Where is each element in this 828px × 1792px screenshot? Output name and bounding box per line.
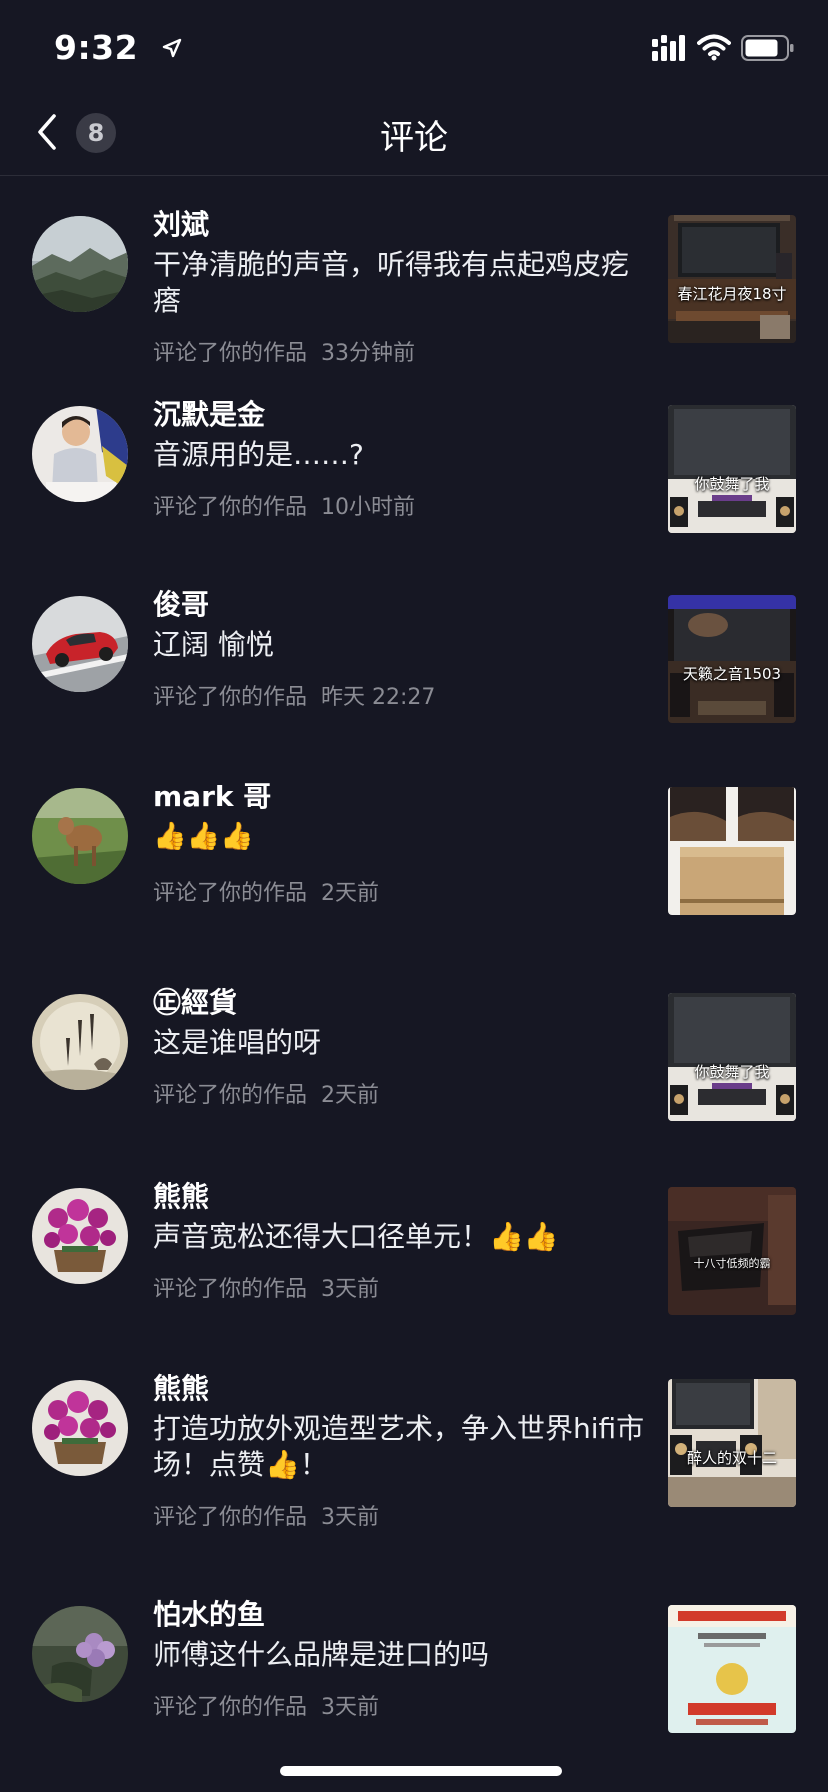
user-name[interactable]: mark 哥: [153, 777, 653, 817]
comment-meta: 评论了你的作品 3天前: [153, 1693, 653, 1723]
comment-action: 评论了你的作品: [153, 495, 308, 520]
user-name[interactable]: 怕水的鱼: [153, 1595, 653, 1635]
comment-body: 刘斌 干净清脆的声音，听得我有点起鸡皮疙瘩 评论了你的作品 33分钟前: [153, 205, 653, 369]
comment-time: 2天前: [321, 881, 380, 906]
thumbnail-caption: 天籁之音1503: [682, 665, 782, 683]
comment-text: 辽阔 愉悦: [153, 628, 274, 661]
comment-item[interactable]: mark 哥 👍👍👍 评论了你的作品 2天前: [0, 749, 828, 955]
comment-time: 33分钟前: [321, 341, 416, 366]
thumbnail-caption: 你鼓舞了我: [694, 1063, 770, 1081]
page-title: 评论: [380, 118, 448, 158]
status-bar: 9:32: [0, 0, 828, 96]
comment-action: 评论了你的作品: [153, 1277, 308, 1302]
user-name[interactable]: 俊哥: [153, 585, 653, 625]
video-thumbnail[interactable]: 十八寸低频的霸: [668, 1187, 796, 1315]
navigation-bar: 8 评论: [0, 96, 828, 176]
flower-avatar[interactable]: [32, 1606, 128, 1702]
comment-item[interactable]: ㊣經貨 这是谁唱的呀 评论了你的作品 2天前 你鼓舞了我: [0, 955, 828, 1149]
comment-item[interactable]: 俊哥 辽阔 愉悦 评论了你的作品 昨天 22:27 天籁之音1503: [0, 557, 828, 749]
comment-body: ㊣經貨 这是谁唱的呀 评论了你的作品 2天前: [153, 983, 653, 1111]
comment-body: mark 哥 👍👍👍 评论了你的作品 2天前: [153, 777, 653, 909]
comment-action: 评论了你的作品: [153, 1505, 308, 1530]
comment-action: 评论了你的作品: [153, 1083, 308, 1108]
deer-avatar[interactable]: [32, 788, 128, 884]
video-thumbnail[interactable]: 你鼓舞了我: [668, 405, 796, 533]
comment-item[interactable]: 怕水的鱼 师傅这什么品牌是进口的吗 评论了你的作品 3天前: [0, 1567, 828, 1777]
comment-meta: 评论了你的作品 2天前: [153, 1081, 653, 1111]
comment-text: 干净清脆的声音，听得我有点起鸡皮疙瘩: [153, 248, 630, 317]
thumbnail-caption: 十八寸低频的霸: [693, 1257, 771, 1270]
comment-text: 👍👍👍: [153, 821, 254, 852]
comment-time: 3天前: [321, 1505, 380, 1530]
location-arrow-icon: [162, 38, 182, 58]
thumbnail-caption: 醉人的双十二: [686, 1449, 777, 1467]
comment-body: 俊哥 辽阔 愉悦 评论了你的作品 昨天 22:27: [153, 585, 653, 713]
comment-body: 熊熊 声音宽松还得大口径单元！👍👍 评论了你的作品 3天前: [153, 1177, 653, 1305]
comment-meta: 评论了你的作品 昨天 22:27: [153, 683, 653, 713]
comment-meta: 评论了你的作品 33分钟前: [153, 339, 653, 369]
video-thumbnail[interactable]: 天籁之音1503: [668, 595, 796, 723]
child-avatar[interactable]: [32, 406, 128, 502]
comment-body: 怕水的鱼 师傅这什么品牌是进口的吗 评论了你的作品 3天前: [153, 1595, 653, 1723]
comment-item[interactable]: 熊熊 声音宽松还得大口径单元！👍👍 评论了你的作品 3天前 十八寸低频的霸: [0, 1149, 828, 1341]
user-name[interactable]: 熊熊: [153, 1369, 653, 1409]
comment-time: 10小时前: [321, 495, 416, 520]
comment-action: 评论了你的作品: [153, 881, 308, 906]
status-time: 9:32: [54, 28, 139, 67]
cellular-signal-icon: [652, 35, 685, 61]
comment-action: 评论了你的作品: [153, 1695, 308, 1720]
mountain-avatar[interactable]: [32, 216, 128, 312]
orchid-avatar[interactable]: [32, 1380, 128, 1476]
comment-meta: 评论了你的作品 3天前: [153, 1503, 653, 1533]
user-name[interactable]: 沉默是金: [153, 395, 653, 435]
battery-icon: [741, 35, 794, 61]
user-name[interactable]: ㊣經貨: [153, 983, 653, 1023]
thumbnail-caption: 春江花月夜18寸: [677, 285, 787, 303]
comment-action: 评论了你的作品: [153, 341, 308, 366]
comments-screen: 9:32 8 评论 刘斌 干净清脆的声音，听得我有点起鸡皮疙瘩 评论了你的作品 …: [0, 0, 828, 1792]
video-thumbnail[interactable]: [668, 787, 796, 915]
comment-body: 沉默是金 音源用的是……? 评论了你的作品 10小时前: [153, 395, 653, 523]
comment-time: 昨天 22:27: [321, 685, 436, 710]
comment-text: 师傅这什么品牌是进口的吗: [153, 1638, 490, 1671]
comment-text: 打造功放外观造型艺术，争入世界hifi市场！点赞👍！: [153, 1412, 645, 1481]
comment-meta: 评论了你的作品 3天前: [153, 1275, 653, 1305]
comment-body: 熊熊 打造功放外观造型艺术，争入世界hifi市场！点赞👍！ 评论了你的作品 3天前: [153, 1369, 653, 1533]
orchid-avatar[interactable]: [32, 1188, 128, 1284]
video-thumbnail[interactable]: 春江花月夜18寸: [668, 215, 796, 343]
user-name[interactable]: 熊熊: [153, 1177, 653, 1217]
comment-meta: 评论了你的作品 10小时前: [153, 493, 653, 523]
video-thumbnail[interactable]: [668, 1605, 796, 1733]
comment-text: 这是谁唱的呀: [153, 1026, 322, 1059]
comment-time: 3天前: [321, 1277, 380, 1302]
calligraphy-avatar[interactable]: [32, 994, 128, 1090]
wifi-icon: [697, 34, 731, 61]
comment-time: 3天前: [321, 1695, 380, 1720]
video-thumbnail[interactable]: 你鼓舞了我: [668, 993, 796, 1121]
comment-item[interactable]: 熊熊 打造功放外观造型艺术，争入世界hifi市场！点赞👍！ 评论了你的作品 3天前: [0, 1341, 828, 1567]
home-indicator[interactable]: [280, 1766, 562, 1776]
comment-meta: 评论了你的作品 2天前: [153, 879, 653, 909]
comment-action: 评论了你的作品: [153, 685, 308, 710]
comment-time: 2天前: [321, 1083, 380, 1108]
comment-list: 刘斌 干净清脆的声音，听得我有点起鸡皮疙瘩 评论了你的作品 33分钟前 春江花月夜…: [0, 177, 828, 1777]
comment-item[interactable]: 沉默是金 音源用的是……? 评论了你的作品 10小时前 你鼓舞了我: [0, 367, 828, 557]
video-thumbnail[interactable]: 醉人的双十二: [668, 1379, 796, 1507]
comment-text: 音源用的是……?: [153, 438, 364, 471]
user-name[interactable]: 刘斌: [153, 205, 653, 245]
red-car-avatar[interactable]: [32, 596, 128, 692]
thumbnail-caption: 你鼓舞了我: [694, 475, 770, 493]
comment-item[interactable]: 刘斌 干净清脆的声音，听得我有点起鸡皮疙瘩 评论了你的作品 33分钟前 春江花月夜…: [0, 177, 828, 367]
comment-text: 声音宽松还得大口径单元！👍👍: [153, 1220, 559, 1253]
